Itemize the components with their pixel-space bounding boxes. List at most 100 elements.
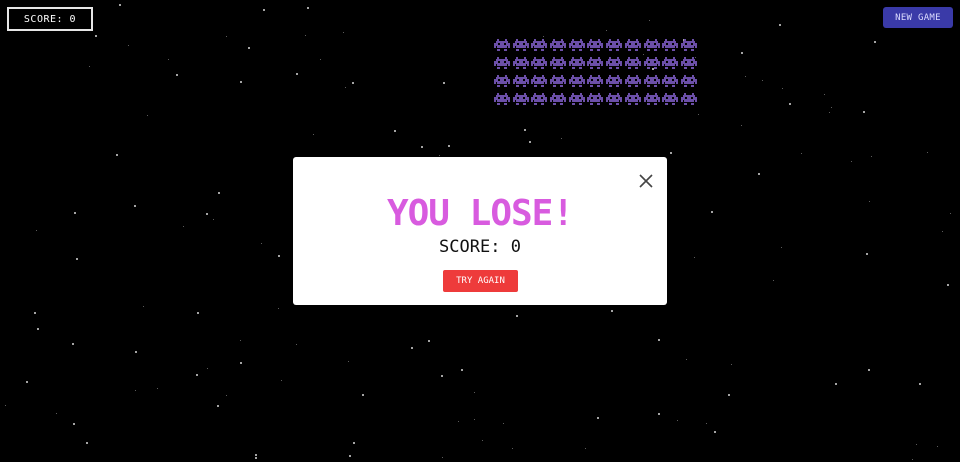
- star: [686, 359, 687, 360]
- star: [119, 4, 121, 6]
- game-over-modal: YOU LOSE! SCORE: 0 TRY AGAIN: [293, 157, 667, 305]
- star: [345, 87, 346, 88]
- star: [116, 154, 118, 156]
- invader-icon: [662, 93, 681, 111]
- close-icon[interactable]: [638, 173, 654, 189]
- invader-icon: [643, 57, 663, 75]
- star: [503, 423, 504, 424]
- game-over-title: YOU LOSE!: [386, 193, 574, 234]
- star: [313, 134, 314, 135]
- star: [927, 152, 928, 153]
- star: [442, 457, 443, 458]
- star: [26, 381, 28, 383]
- invader-icon: [568, 75, 588, 93]
- star: [74, 212, 76, 214]
- star: [168, 59, 169, 60]
- star: [874, 41, 876, 43]
- star: [781, 247, 782, 248]
- invader-icon: [550, 57, 569, 75]
- invader-icon: [587, 57, 606, 75]
- star: [240, 81, 242, 83]
- invader-icon: [606, 93, 625, 111]
- star: [218, 192, 220, 194]
- invader-icon: [680, 57, 700, 75]
- star: [176, 74, 178, 76]
- star: [863, 111, 865, 113]
- new-game-label: NEW GAME: [895, 12, 941, 23]
- invader-icon: [531, 39, 550, 57]
- invader-icon: [568, 39, 588, 57]
- invader-icon: [606, 75, 625, 93]
- invader-icon: [662, 39, 681, 57]
- try-again-label: TRY AGAIN: [456, 276, 505, 286]
- star: [649, 20, 650, 21]
- star: [706, 423, 707, 424]
- invader-icon: [494, 57, 513, 75]
- star: [714, 431, 716, 433]
- star: [343, 32, 344, 33]
- star: [348, 361, 349, 362]
- star: [353, 442, 355, 444]
- star: [278, 308, 279, 309]
- game-stage[interactable]: SCORE: 0 NEW GAME YOU LOSE! SCORE: 0 TRY…: [0, 0, 960, 462]
- star: [745, 76, 746, 77]
- star: [428, 340, 430, 342]
- star: [851, 161, 852, 162]
- star: [919, 383, 921, 385]
- invader-icon: [531, 75, 550, 93]
- star: [728, 394, 730, 396]
- star: [606, 30, 607, 31]
- star: [134, 205, 136, 207]
- new-game-button[interactable]: NEW GAME: [883, 7, 953, 28]
- star: [240, 362, 242, 364]
- star: [305, 35, 306, 36]
- star: [89, 66, 90, 67]
- star: [942, 231, 943, 232]
- final-score: SCORE: 0: [439, 237, 521, 257]
- star: [86, 442, 88, 444]
- star: [694, 257, 695, 258]
- invader-icon: [680, 93, 700, 111]
- invader-icon: [550, 39, 569, 57]
- star: [458, 421, 459, 422]
- star: [516, 315, 518, 317]
- star: [835, 383, 837, 385]
- star: [73, 423, 75, 425]
- star: [197, 312, 199, 314]
- star: [611, 310, 613, 312]
- star: [206, 213, 208, 215]
- star: [677, 420, 678, 421]
- star: [411, 347, 413, 349]
- star: [196, 374, 198, 376]
- star: [421, 146, 423, 148]
- star: [658, 339, 660, 341]
- star: [37, 328, 39, 330]
- star: [512, 448, 513, 449]
- try-again-button[interactable]: TRY AGAIN: [443, 270, 518, 292]
- invader-icon: [587, 93, 606, 111]
- star: [349, 455, 351, 457]
- invader-icon: [624, 93, 644, 111]
- star: [916, 444, 917, 445]
- star: [248, 47, 250, 49]
- star: [801, 153, 802, 154]
- star: [95, 35, 97, 37]
- invader-icon: [531, 93, 550, 111]
- invader-icon: [624, 39, 644, 57]
- star: [871, 156, 872, 157]
- invader-icon: [512, 39, 532, 57]
- invader-icon: [606, 57, 625, 75]
- star: [320, 59, 321, 60]
- star: [255, 457, 257, 459]
- star: [157, 388, 158, 389]
- star: [394, 130, 396, 132]
- invader-icon: [624, 57, 644, 75]
- star: [72, 343, 74, 345]
- star: [296, 73, 298, 75]
- star: [352, 82, 354, 84]
- star: [217, 405, 219, 407]
- star: [779, 24, 781, 26]
- invader-icon: [587, 39, 606, 57]
- star: [307, 7, 309, 9]
- star: [829, 112, 830, 113]
